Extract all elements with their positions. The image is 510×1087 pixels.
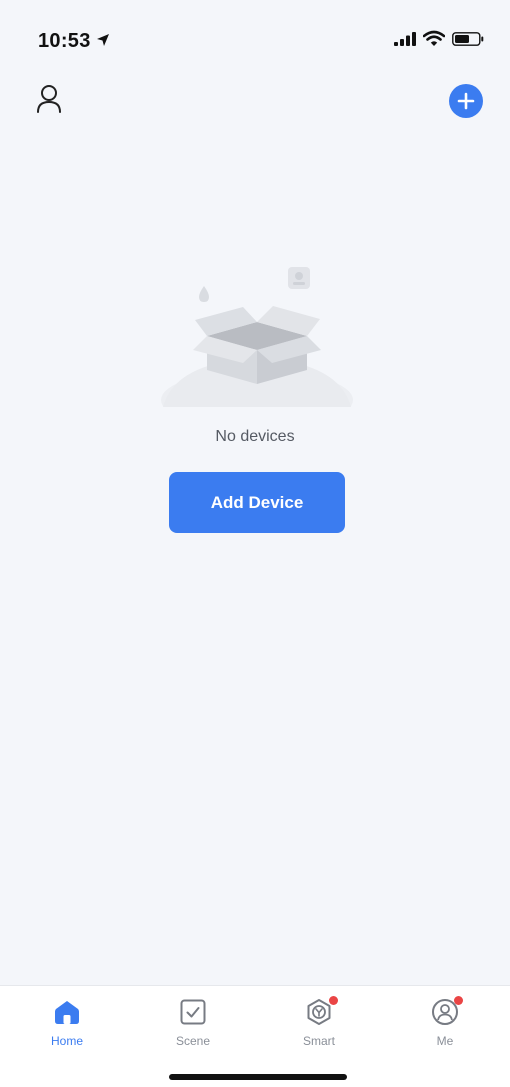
tab-smart-label: Smart — [302, 1034, 335, 1048]
add-button[interactable] — [449, 84, 483, 118]
wifi-icon — [423, 30, 445, 46]
location-arrow-icon — [97, 34, 109, 46]
home-indicator — [169, 1074, 347, 1080]
tab-smart[interactable]: Smart — [259, 986, 379, 1056]
tab-me-label: Me — [436, 1034, 454, 1048]
add-device-button[interactable]: Add Device — [169, 472, 345, 533]
home-screen: 10:53 No devices Add Device Home Scene S… — [0, 0, 510, 1087]
signal-icon — [394, 32, 416, 46]
status-bar: 10:53 — [0, 0, 510, 78]
tab-scene[interactable]: Scene — [133, 986, 253, 1056]
tab-me[interactable]: Me — [385, 986, 505, 1056]
empty-box-illustration — [161, 267, 353, 407]
tab-home-label: Home — [50, 1034, 83, 1048]
home-icon — [55, 1001, 79, 1024]
plus-icon — [457, 92, 475, 110]
status-time: 10:53 — [38, 30, 91, 52]
battery-icon — [452, 32, 484, 46]
me-badge — [454, 996, 463, 1005]
account-button[interactable] — [32, 80, 66, 118]
scene-check-icon — [180, 999, 206, 1025]
empty-state-message: No devices — [215, 428, 295, 445]
bottom-tab-bar: Home Scene Smart Me — [0, 985, 510, 1087]
tab-home[interactable]: Home — [7, 986, 127, 1056]
user-icon — [37, 85, 61, 113]
smart-badge — [329, 996, 338, 1005]
tab-scene-label: Scene — [175, 1034, 211, 1048]
